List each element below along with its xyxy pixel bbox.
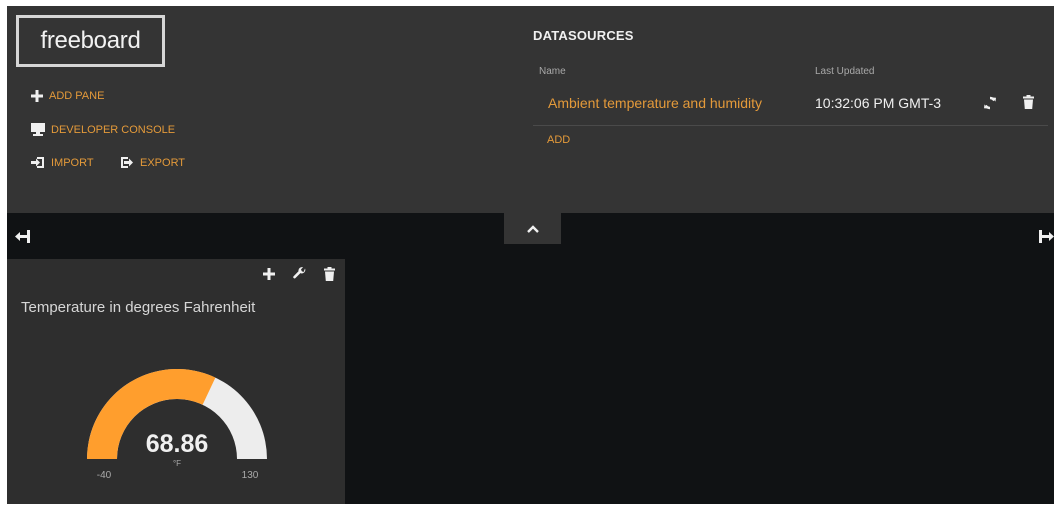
board-toolbar: freeboard ADD PANE DEVELOPER CONSOLE IMP… [7,6,1054,213]
column-header-name: Name [539,66,566,77]
developer-console-label: DEVELOPER CONSOLE [51,123,176,136]
datasource-last-updated: 10:32:06 PM GMT-3 [815,95,942,111]
gauge-pane: Temperature in degrees Fahrenheit 68.86 … [7,259,345,504]
app-frame: freeboard ADD PANE DEVELOPER CONSOLE IMP… [7,6,1054,504]
column-header-last-updated: Last Updated [815,66,875,77]
monitor-icon [31,123,45,136]
export-label: EXPORT [140,156,186,169]
datasources-title: DATASOURCES [533,28,634,43]
import-label: IMPORT [51,156,94,169]
add-datasource-button[interactable]: ADD [547,134,570,146]
temperature-gauge: 68.86 °F -40 130 [87,368,267,481]
plus-icon [31,90,43,102]
add-pane-button[interactable]: ADD PANE [31,90,104,102]
datasource-name-link[interactable]: Ambient temperature and humidity [548,95,762,111]
gauge-value: 68.86 [146,430,209,458]
export-icon [120,156,134,169]
chevron-up-icon [526,220,539,238]
export-button[interactable]: EXPORT [120,156,185,169]
collapse-header-button[interactable] [504,213,561,244]
datasource-divider [533,125,1048,126]
arrow-left-bar-icon[interactable] [15,230,31,248]
gauge-min-label: -40 [97,470,112,481]
import-button[interactable]: IMPORT [31,156,94,169]
gauge-unit: °F [173,459,181,468]
gauge-max-label: 130 [242,470,259,481]
developer-console-button[interactable]: DEVELOPER CONSOLE [31,123,175,136]
app-logo: freeboard [16,15,165,67]
add-pane-label: ADD PANE [49,90,105,102]
trash-icon[interactable] [1023,95,1034,114]
import-icon [31,156,45,169]
refresh-icon[interactable] [983,96,997,115]
bar-arrow-right-icon[interactable] [1039,230,1054,248]
